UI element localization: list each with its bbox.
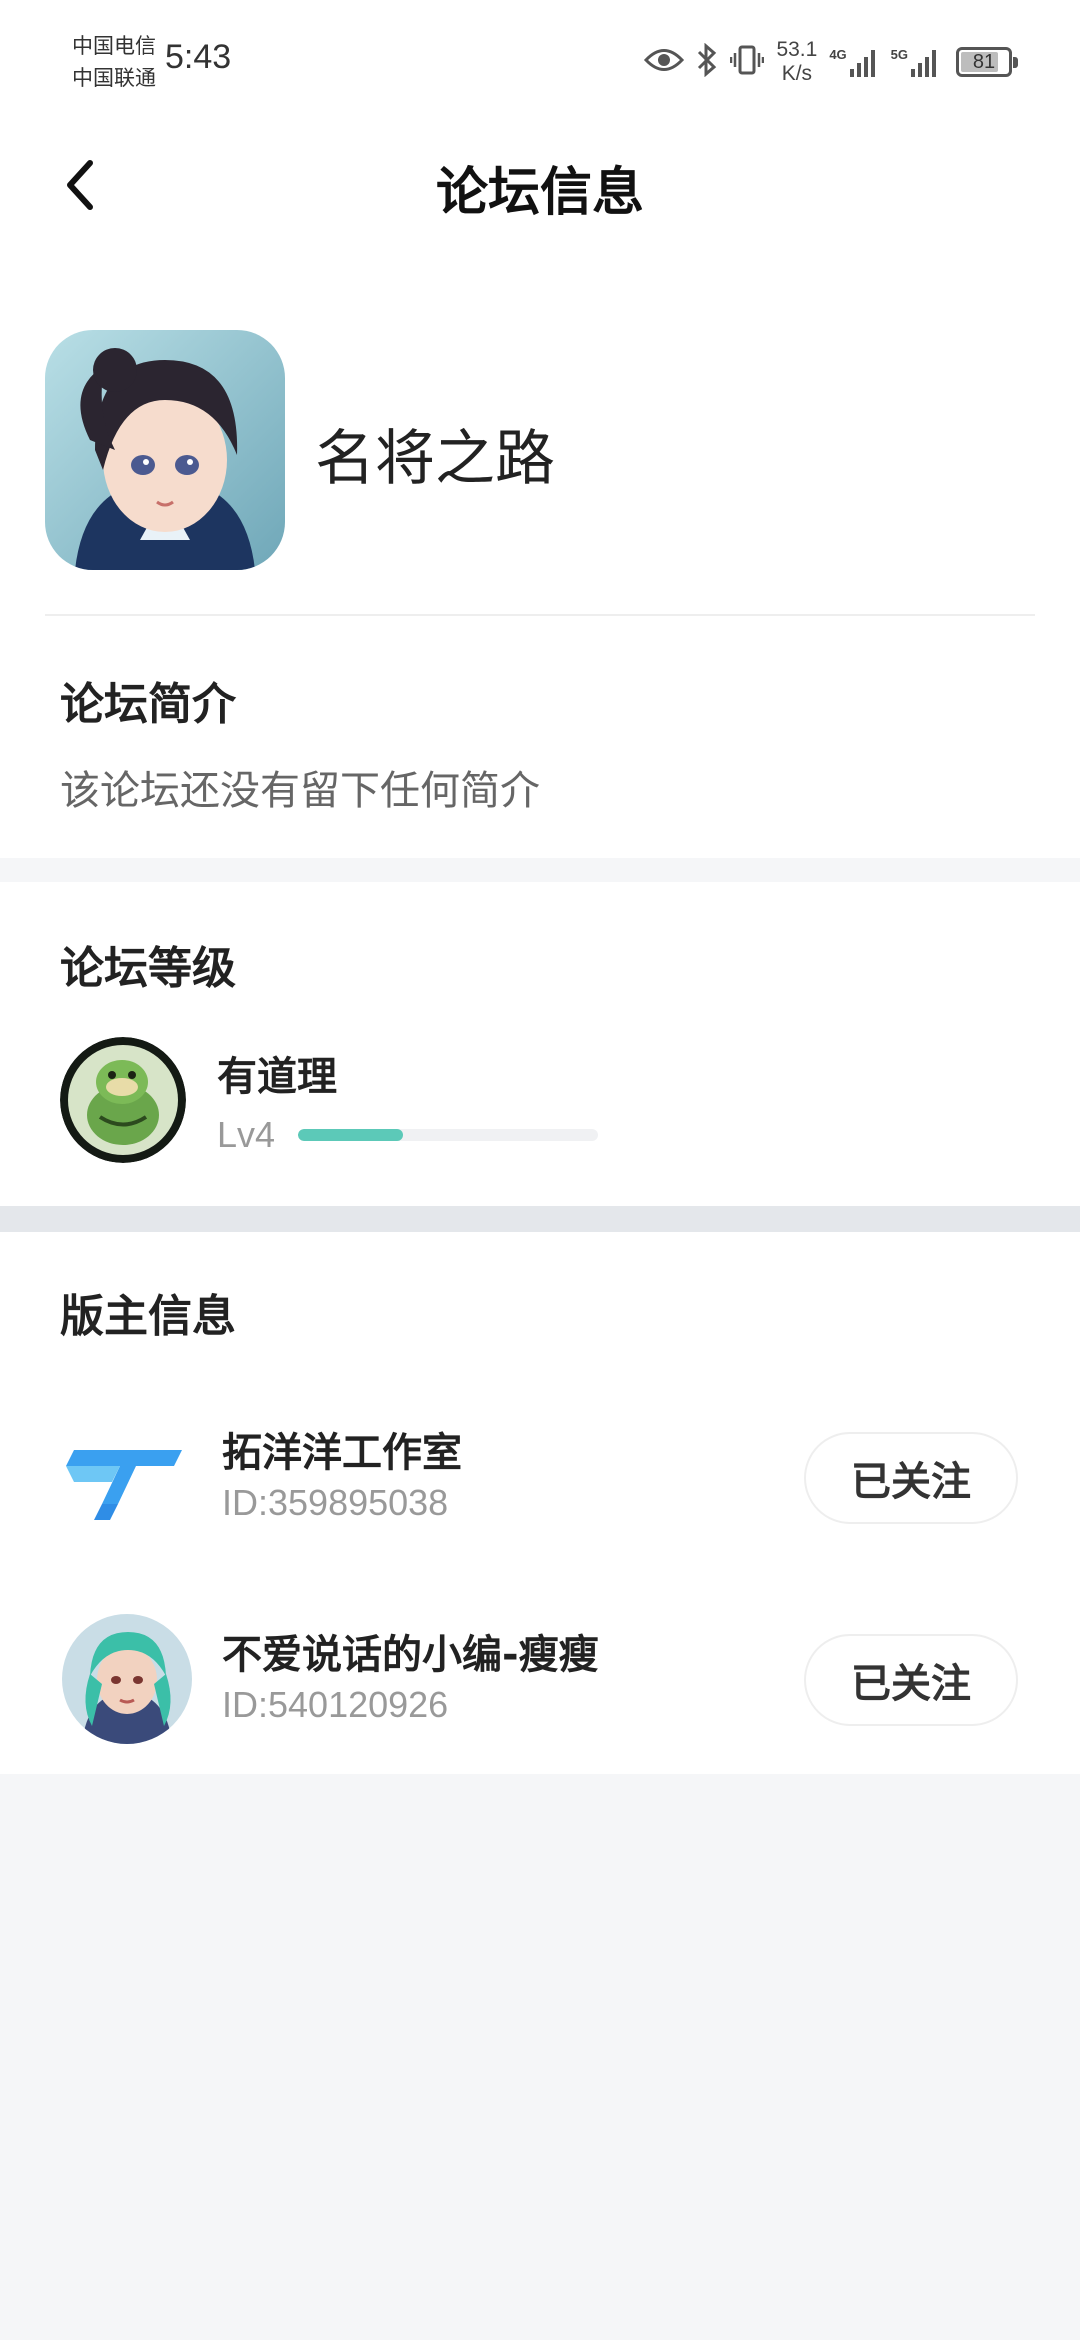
bluetooth-icon xyxy=(696,42,718,81)
eye-icon xyxy=(644,47,685,77)
level-number: Lv4 xyxy=(217,1114,276,1155)
carrier-2: 中国联通 xyxy=(72,66,156,90)
moderator-row[interactable]: 拓洋洋工作室 ID:359895038 已关注 xyxy=(0,1392,1080,1562)
forum-name: 名将之路 xyxy=(315,424,555,494)
vibrate-icon xyxy=(730,44,765,80)
status-icons: 53.1 K/s 4G 5G 81 xyxy=(644,34,1018,90)
moderator-id: ID:359895038 xyxy=(222,1482,449,1523)
status-bar: 中国电信 中国联通 5:43 53.1 K/s 4G 5G 81 xyxy=(0,0,1080,120)
divider xyxy=(45,614,1035,616)
signal-4g: 4G xyxy=(829,47,878,77)
page-title: 论坛信息 xyxy=(435,163,644,223)
moderators-section-title: 版主信息 xyxy=(60,1291,236,1342)
signal-bars-icon xyxy=(911,50,936,77)
level-progress-fill xyxy=(298,1129,403,1141)
signal-bars-icon xyxy=(849,50,875,77)
network-label-4g: 4G xyxy=(829,47,847,62)
battery-icon: 81 xyxy=(956,47,1018,77)
level-badge xyxy=(60,1037,186,1163)
level-card: 论坛等级 有道理 Lv4 xyxy=(0,882,1080,1206)
moderator-avatar[interactable] xyxy=(62,1614,192,1744)
moderator-row[interactable]: 不爱说话的小编-瘦瘦 ID:540120926 已关注 xyxy=(0,1594,1080,1764)
speed-value: 53.1 xyxy=(776,38,818,61)
moderator-name: 拓洋洋工作室 xyxy=(222,1430,462,1476)
forum-avatar xyxy=(45,330,285,570)
followed-button[interactable]: 已关注 xyxy=(804,1432,1018,1524)
moderator-id: ID:540120926 xyxy=(222,1684,449,1725)
network-speed: 53.1 K/s xyxy=(776,38,817,86)
carrier-labels: 中国电信 中国联通 xyxy=(72,30,156,94)
intro-text: 该论坛还没有留下任何简介 xyxy=(60,768,540,814)
battery-percent: 81 xyxy=(972,51,996,73)
intro-title: 论坛简介 xyxy=(60,679,236,730)
signal-5g: 5G xyxy=(891,47,940,77)
clock: 5:43 xyxy=(165,38,232,76)
level-progress-bar xyxy=(298,1129,598,1141)
network-label-5g: 5G xyxy=(890,47,908,62)
level-section-title: 论坛等级 xyxy=(60,943,236,994)
nav-header: 论坛信息 xyxy=(0,120,1080,250)
level-name: 有道理 xyxy=(217,1054,337,1100)
speed-unit: K/s xyxy=(781,62,813,85)
moderators-card: 版主信息 拓洋洋工作室 ID:359895038 已关注 不爱说话的小编-瘦瘦 … xyxy=(0,1232,1080,1774)
forum-card: 名将之路 论坛简介 该论坛还没有留下任何简介 xyxy=(0,250,1080,858)
followed-button[interactable]: 已关注 xyxy=(804,1634,1018,1726)
carrier-1: 中国电信 xyxy=(72,34,156,58)
section-separator xyxy=(0,1206,1080,1232)
moderator-avatar[interactable] xyxy=(62,1412,192,1542)
moderator-name: 不爱说话的小编-瘦瘦 xyxy=(222,1632,599,1678)
